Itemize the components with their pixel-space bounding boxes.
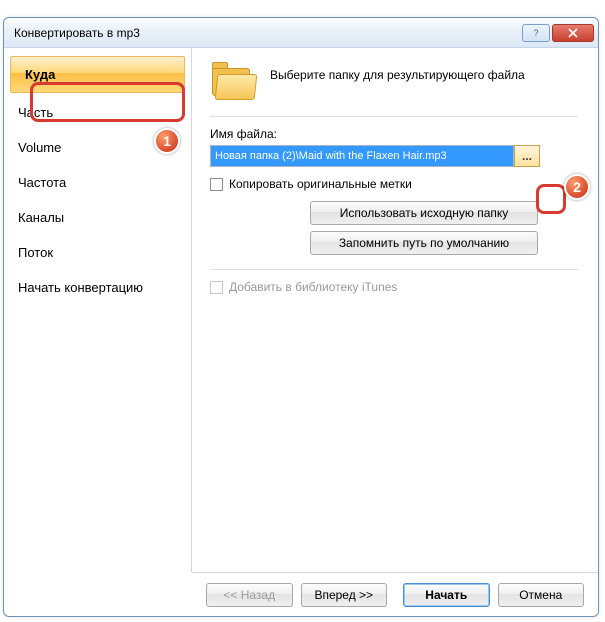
close-button[interactable] [552,24,594,42]
add-itunes-label: Добавить в библиотеку iTunes [229,280,397,294]
sidebar-item-destination[interactable]: Куда [10,56,185,93]
add-itunes-checkbox [210,281,223,294]
back-button[interactable]: << Назад [206,583,293,607]
use-source-button[interactable]: Использовать исходную папку [310,201,538,225]
footer: << Назад Вперед >> Начать Отмена [192,572,598,616]
start-button[interactable]: Начать [403,583,490,607]
next-button[interactable]: Вперед >> [301,583,388,607]
titlebar[interactable]: Конвертировать в mp3 ? [4,18,598,48]
dialog-window: Конвертировать в mp3 ? Куда Часть Volume… [3,17,599,617]
filename-label: Имя файла: [210,127,578,141]
copy-tags-label: Копировать оригинальные метки [229,177,412,191]
sidebar-item-start-conversion[interactable]: Начать конвертацию [4,270,191,305]
main-pane: Выберите папку для результирующего файла… [192,48,598,572]
svg-text:?: ? [533,28,538,38]
sidebar-item-channels[interactable]: Каналы [4,200,191,235]
filename-input[interactable]: Новая папка (2)\Maid with the Flaxen Hai… [210,145,514,167]
sidebar-item-frequency[interactable]: Частота [4,165,191,200]
cancel-button[interactable]: Отмена [498,583,585,607]
folder-icon [210,62,258,102]
window-title: Конвертировать в mp3 [14,26,522,40]
sidebar-item-part[interactable]: Часть [4,95,191,130]
titlebar-buttons: ? [522,24,594,42]
remember-path-button[interactable]: Запомнить путь по умолчанию [310,231,538,255]
sidebar-item-stream[interactable]: Поток [4,235,191,270]
sidebar-item-volume[interactable]: Volume [4,130,191,165]
copy-tags-checkbox[interactable] [210,178,223,191]
help-button[interactable]: ? [522,24,550,42]
browse-button[interactable]: ... [514,145,540,167]
sidebar: Куда Часть Volume Частота Каналы Поток Н… [4,48,192,572]
instruction-text: Выберите папку для результирующего файла [270,62,525,84]
